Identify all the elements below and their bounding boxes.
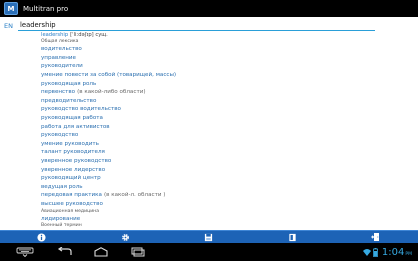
translation-text: уверенное руководство: [41, 158, 112, 165]
translation-item[interactable]: руководящий центр: [41, 174, 411, 183]
bottom-toolbar: [0, 230, 418, 243]
app-title-bar: M Multitran pro: [0, 0, 418, 17]
translation-text: работа для активистов: [41, 123, 110, 130]
translation-item[interactable]: работа для активистов: [41, 123, 411, 132]
headword-transcription: [ˈliːdəʃɪp] сущ.: [70, 32, 108, 38]
recent-apps-icon: [131, 247, 145, 257]
recent-apps-button[interactable]: [128, 247, 146, 257]
info-button[interactable]: [34, 231, 50, 243]
home-icon: [94, 247, 108, 257]
translation-text: передовая практика: [41, 192, 102, 199]
translation-text: руководящая роль: [41, 80, 97, 87]
translation-item[interactable]: умение повести за собой (товарищей, масс…: [41, 71, 411, 80]
status-icons: [362, 247, 378, 257]
translation-text: первенство: [41, 89, 76, 96]
keyboard-down-icon: [16, 247, 34, 257]
translation-text: умение руководить: [41, 140, 99, 147]
search-row: EN: [0, 17, 418, 31]
translation-text: управление: [41, 54, 76, 61]
translation-text: руководство: [41, 132, 79, 139]
language-selector[interactable]: EN: [4, 21, 16, 31]
translation-item[interactable]: руководство: [41, 131, 411, 140]
translation-item[interactable]: ведущая роль: [41, 183, 411, 192]
translation-results-list[interactable]: leadership [ˈliːdəʃɪp] сущ. Общая лексика в…: [41, 32, 411, 230]
settings-button[interactable]: [117, 231, 133, 243]
translation-item[interactable]: руководящая роль: [41, 80, 411, 89]
status-clock[interactable]: 1:04 PM: [382, 247, 412, 258]
translation-item[interactable]: талант руководителя: [41, 148, 411, 157]
translation-item[interactable]: уверенное руководство: [41, 157, 411, 166]
dictionary-button[interactable]: [285, 231, 301, 243]
translation-text: уверенное лидерство: [41, 166, 106, 173]
translation-item[interactable]: первенство (в какой-либо области): [41, 88, 411, 97]
translation-text: умение повести за собой (товарищей, масс…: [41, 72, 177, 79]
back-button[interactable]: [56, 247, 74, 257]
book-icon: [289, 233, 296, 241]
info-icon: [37, 232, 46, 242]
translation-note: (в какой-либо области): [77, 89, 146, 96]
translation-item[interactable]: управление: [41, 54, 411, 63]
exit-button[interactable]: [368, 231, 384, 243]
translation-text: лидирование: [41, 215, 81, 222]
translation-text: талант руководителя: [41, 149, 105, 156]
translation-text: руководители: [41, 63, 83, 70]
headword: leadership: [41, 32, 69, 38]
translation-text: ведущая роль: [41, 183, 83, 190]
translation-item[interactable]: водительство: [41, 45, 411, 54]
translation-item[interactable]: уверенное лидерство: [41, 166, 411, 175]
translation-note: (в какой-л. области ): [103, 192, 166, 199]
clock-ampm: PM: [405, 251, 412, 257]
translation-item[interactable]: умение руководить: [41, 140, 411, 149]
multitran-app-icon[interactable]: M: [4, 2, 18, 15]
save-button[interactable]: [201, 231, 217, 243]
clock-time: 1:04: [381, 246, 405, 258]
search-input[interactable]: [18, 20, 375, 31]
headword-row: leadership [ˈliːdəʃɪp] сущ.: [41, 32, 411, 39]
translation-item[interactable]: руководство водительство: [41, 105, 411, 114]
system-navigation-bar: 1:04 PM: [0, 243, 418, 261]
translation-text: руководящий центр: [41, 175, 101, 182]
app-title: Multitran pro: [23, 4, 69, 13]
wifi-icon: [362, 249, 371, 256]
translation-text: руководящая работа: [41, 115, 103, 122]
translation-item[interactable]: предводительство: [41, 97, 411, 106]
battery-icon: [373, 247, 378, 257]
translation-text: руководство водительство: [41, 106, 121, 113]
save-icon: [205, 233, 213, 241]
translation-text: предводительство: [41, 97, 97, 104]
translation-item[interactable]: высшее руководство: [41, 200, 411, 209]
translation-item[interactable]: лидирование: [41, 215, 411, 224]
translation-item[interactable]: передовая практика (в какой-л. области ): [41, 191, 411, 200]
gear-icon: [121, 233, 129, 241]
translation-text: водительство: [41, 46, 82, 53]
home-button[interactable]: [92, 247, 110, 257]
translation-text: высшее руководство: [41, 200, 103, 207]
translation-item[interactable]: руководители: [41, 62, 411, 71]
translation-item[interactable]: руководящая работа: [41, 114, 411, 123]
keyboard-hide-button[interactable]: [16, 247, 34, 257]
back-icon: [57, 247, 72, 255]
exit-door-icon: [371, 233, 380, 241]
app-icon-letter: M: [7, 4, 15, 13]
